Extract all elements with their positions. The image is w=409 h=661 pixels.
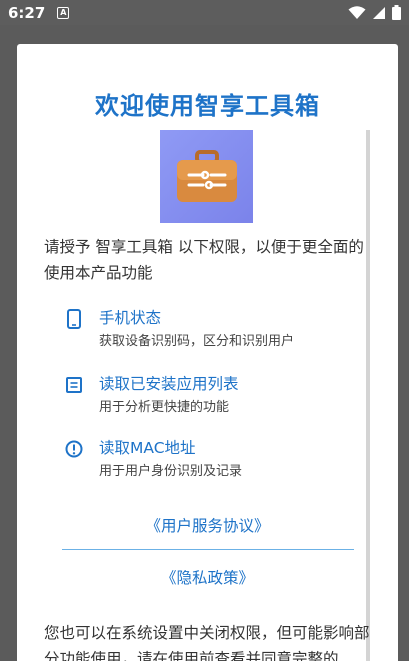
permission-desc: 用于分析更快捷的功能 (99, 400, 230, 415)
permission-desc: 用于用户身份识别及记录 (99, 464, 243, 479)
dialog-title: 欢迎使用智享工具箱 (95, 92, 320, 120)
signal-icon (373, 6, 385, 19)
list-icon (65, 374, 83, 396)
status-bar: 6:27 A (0, 0, 409, 25)
phone-icon (65, 308, 83, 330)
divider (62, 549, 354, 550)
battery-icon (392, 5, 401, 20)
user-agreement-link[interactable]: 《用户服务协议》 (17, 514, 398, 536)
a-icon: A (57, 6, 70, 19)
status-icons (348, 5, 401, 20)
permission-dialog: 欢迎使用智享工具箱 请授予 智享工具箱 以下权限，以便于更全面的使用本产品功能 … (17, 44, 398, 661)
toolbox-icon (160, 130, 253, 223)
permission-desc: 获取设备识别码，区分和识别用户 (99, 334, 295, 349)
info-icon (65, 438, 83, 460)
permission-title: 读取MAC地址 (99, 439, 196, 457)
permission-title: 读取已安装应用列表 (99, 375, 239, 393)
privacy-policy-link[interactable]: 《隐私政策》 (17, 566, 398, 588)
status-time: 6:27 (8, 3, 46, 22)
footer-text: 您也可以在系统设置中关闭权限，但可能影响部分功能使用，请在使用前查看并同意完整的 (44, 624, 370, 661)
intro-text: 请授予 智享工具箱 以下权限，以便于更全面的使用本产品功能 (44, 238, 364, 282)
permission-title: 手机状态 (99, 309, 162, 327)
wifi-icon (348, 5, 366, 19)
